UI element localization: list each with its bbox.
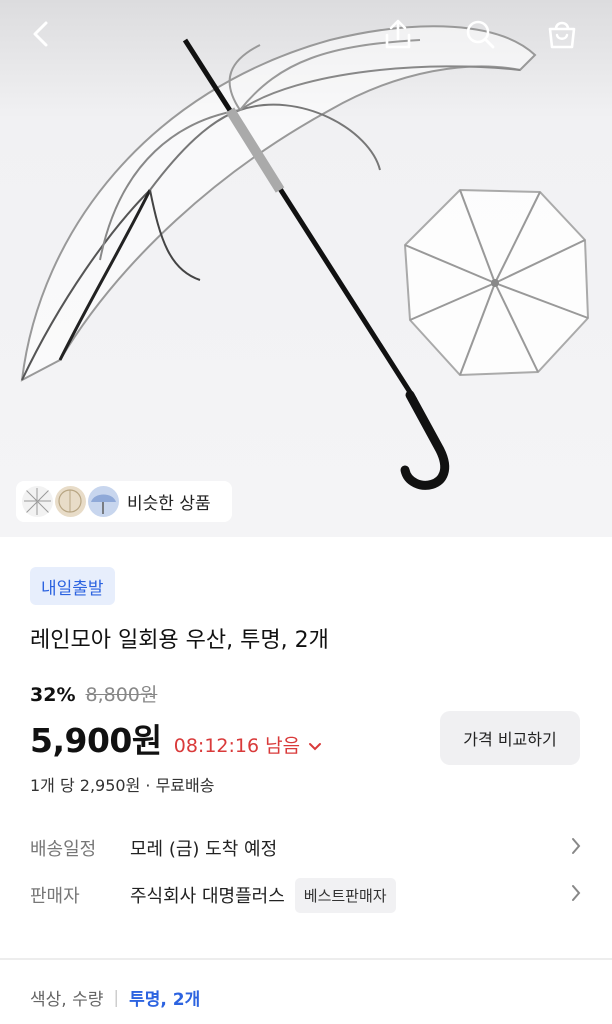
countdown-timer[interactable]: 08:12:16 남음 [174, 731, 300, 758]
product-image-area[interactable]: 비슷한 상품 [0, 0, 612, 537]
option-selector[interactable]: 색상, 수량 | 투명, 2개 [30, 985, 201, 1011]
unit-price-shipping: 1개 당 2,950원 · 무료배송 [30, 776, 215, 795]
similar-products-chip[interactable]: 비슷한 상품 [16, 481, 232, 522]
similar-products-label: 비슷한 상품 [127, 494, 211, 514]
chevron-right-icon [570, 836, 582, 861]
section-divider [0, 958, 612, 960]
umbrella-thumb-2 [55, 486, 86, 517]
delivery-schedule-row[interactable]: 배송일정 모레 (금) 도착 예정 [30, 828, 590, 868]
chevron-right-icon [570, 883, 582, 908]
seller-name: 주식회사 대명플러스 [130, 886, 285, 907]
shipping-badge: 내일출발 [30, 567, 115, 605]
discount-rate: 32% [30, 684, 76, 706]
option-label: 색상, 수량 [30, 990, 104, 1010]
original-price: 8,800원 [85, 684, 158, 706]
delivery-label: 배송일정 [30, 839, 97, 860]
search-icon[interactable] [458, 12, 502, 56]
delivery-value: 모레 (금) 도착 예정 [130, 839, 278, 860]
share-icon[interactable] [376, 12, 420, 56]
chevron-down-icon[interactable] [308, 740, 322, 756]
price-row: 5,900원 08:12:16 남음 [30, 714, 322, 762]
top-navigation-bar [0, 0, 612, 70]
option-separator: | [113, 987, 120, 1008]
sale-price: 5,900원 [30, 721, 162, 760]
umbrella-thumb-3 [88, 486, 119, 517]
discount-row: 32% 8,800원 [30, 680, 157, 707]
best-seller-badge: 베스트판매자 [294, 877, 396, 913]
shopping-bag-icon[interactable] [540, 12, 584, 56]
seller-row[interactable]: 판매자 주식회사 대명플러스 베스트판매자 [30, 875, 590, 915]
back-arrow-icon[interactable] [20, 12, 64, 56]
price-compare-button[interactable]: 가격 비교하기 [440, 711, 580, 765]
option-value: 투명, 2개 [129, 990, 201, 1010]
seller-label: 판매자 [30, 886, 80, 907]
umbrella-thumb-1 [22, 486, 53, 517]
umbrella-illustration [20, 25, 590, 490]
product-title: 레인모아 일회용 우산, 투명, 2개 [30, 628, 329, 653]
